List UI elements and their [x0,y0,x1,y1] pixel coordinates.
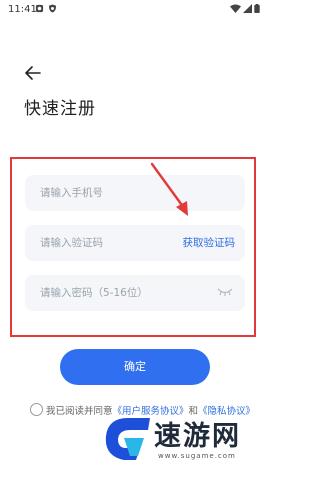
status-bar: 11:41 [0,0,270,20]
annotation-arrow [150,162,188,216]
back-arrow-icon[interactable] [24,64,42,82]
wifi-icon [230,4,241,13]
eye-closed-icon[interactable] [217,288,233,296]
shield-icon [48,4,57,13]
watermark-url: www.sugame.com [158,452,236,460]
notification-icon [35,4,44,13]
watermark-title: 速游网 [154,421,241,452]
get-code-button[interactable]: 获取验证码 [183,235,236,250]
confirm-button[interactable]: 确定 [60,349,210,385]
phone-field[interactable]: 请输入手机号 [25,175,245,211]
watermark-logo-icon [105,418,150,460]
code-placeholder: 请输入验证码 [40,237,103,249]
password-placeholder: 请输入密码（5-16位） [40,287,148,299]
page-title: 快速注册 [24,99,96,119]
password-field[interactable]: 请输入密码（5-16位） [25,275,245,311]
verification-code-field[interactable]: 请输入验证码 获取验证码 [25,225,245,261]
signal-icon [243,4,252,13]
agreement-checkbox[interactable] [30,403,43,416]
watermark: 速游网 www.sugame.com [100,414,260,470]
phone-placeholder: 请输入手机号 [40,187,103,199]
battery-icon [254,4,260,13]
status-time: 11:41 [8,4,37,15]
